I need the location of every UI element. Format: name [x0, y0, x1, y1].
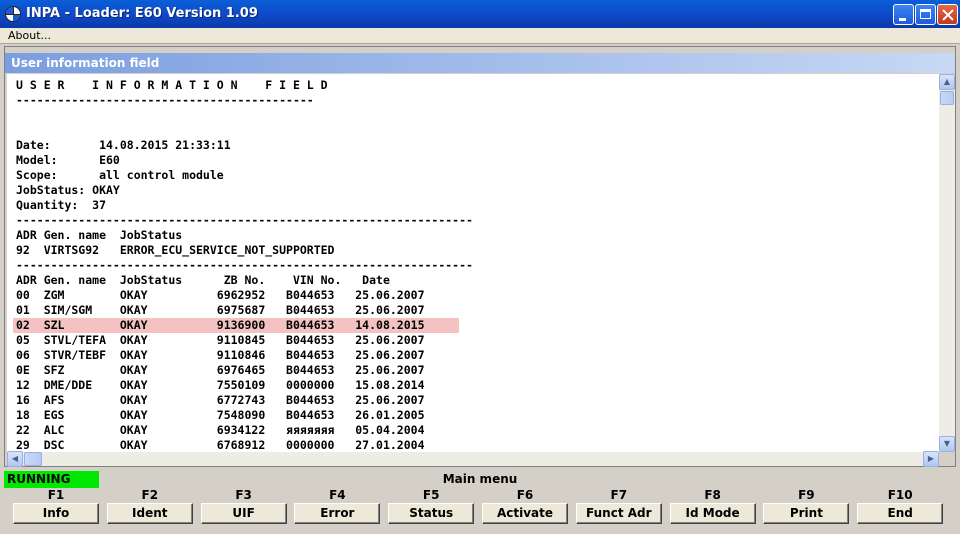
text-line: ----------------------------------------…	[16, 93, 314, 107]
function-key-label-f6: F6	[516, 488, 534, 502]
ident-button[interactable]: Ident	[106, 503, 193, 524]
panel-title: User information field	[11, 56, 160, 70]
function-key-label-f10: F10	[887, 488, 913, 502]
selected-text-line: 02 SZL OKAY 9136900 B044653 14.08.2015	[13, 318, 459, 333]
text-line: Model: E60	[16, 153, 120, 167]
text-line: 06 STVR/TEBF OKAY 9110846 B044653 25.06.…	[16, 348, 425, 362]
text-line: 05 STVL/TEFA OKAY 9110845 B044653 25.06.…	[16, 333, 425, 347]
text-line: ----------------------------------------…	[16, 258, 473, 272]
activate-button[interactable]: Activate	[482, 503, 568, 524]
minimize-button[interactable]	[893, 4, 914, 25]
close-button[interactable]	[937, 4, 958, 25]
function-key-label-f5: F5	[422, 488, 440, 502]
function-key-label-f8: F8	[704, 488, 721, 502]
function-key-label-f4: F4	[329, 488, 346, 502]
info-button[interactable]: Info	[13, 503, 99, 524]
text-line: 00 ZGM OKAY 6962952 B044653 25.06.2007	[16, 288, 425, 302]
text-line: ADR Gen. name JobStatus	[16, 228, 183, 242]
text-line: JobStatus: OKAY	[16, 183, 120, 197]
print-button[interactable]: Print	[763, 503, 850, 524]
text-line: 92 VIRTSG92 ERROR_ECU_SERVICE_NOT_SUPPOR…	[16, 243, 335, 257]
text-line: 18 EGS OKAY 7548090 B044653 26.01.2005	[16, 408, 425, 422]
function-key-label-f1: F1	[47, 488, 65, 502]
text-line: Scope: all control module	[16, 168, 224, 182]
uif-button[interactable]: UIF	[200, 503, 287, 524]
function-key-label-f7: F7	[610, 488, 628, 502]
funct-adr-button[interactable]: Funct Adr	[575, 503, 662, 524]
horizontal-scrollbar[interactable]: ◀ ▶	[7, 451, 939, 467]
running-status-indicator: RUNNING	[4, 471, 99, 488]
scroll-left-icon[interactable]: ◀	[7, 451, 23, 467]
menu-bar: About...	[0, 28, 960, 44]
window-title: INPA - Loader: E60 Version 1.09	[26, 6, 258, 21]
function-key-label-f2: F2	[141, 488, 159, 502]
scroll-down-icon[interactable]: ▼	[939, 436, 955, 452]
text-line: 12 DME/DDE OKAY 7550109 0000000 15.08.20…	[16, 378, 425, 392]
text-line: 16 AFS OKAY 6772743 B044653 25.06.2007	[16, 393, 425, 407]
panel-title-bar: User information field	[5, 53, 955, 73]
error-button[interactable]: Error	[294, 503, 381, 524]
text-line: 01 SIM/SGM OKAY 6975687 B044653 25.06.20…	[16, 303, 425, 317]
menu-item-about[interactable]: About...	[8, 29, 51, 42]
vertical-scroll-thumb[interactable]	[940, 91, 954, 105]
scroll-up-icon[interactable]: ▲	[939, 74, 955, 90]
text-line: 29 DSC OKAY 6768912 0000000 27.01.2004	[16, 438, 425, 452]
title-bar: INPA - Loader: E60 Version 1.09	[0, 0, 960, 28]
text-line: ----------------------------------------…	[16, 213, 473, 227]
user-information-panel: User information field U S E R I N F O R…	[4, 46, 956, 467]
status-button[interactable]: Status	[388, 503, 475, 524]
text-line: 22 ALC OKAY 6934122 яяяяяяя 05.04.2004	[16, 423, 425, 437]
text-line: Quantity: 37	[16, 198, 107, 212]
text-line: 0E SFZ OKAY 6976465 B044653 25.06.2007	[16, 363, 425, 377]
maximize-button[interactable]	[915, 4, 936, 25]
id-mode-button[interactable]: Id Mode	[669, 503, 756, 524]
end-button[interactable]: End	[857, 503, 944, 524]
vertical-scrollbar[interactable]: ▲ ▼	[939, 74, 955, 452]
text-line: Date: 14.08.2015 21:33:11	[16, 138, 231, 152]
function-key-label-f9: F9	[798, 488, 815, 502]
current-menu-label: Main menu	[442, 472, 518, 486]
scroll-right-icon[interactable]: ▶	[923, 451, 939, 467]
info-text-area[interactable]: U S E R I N F O R M A T I O N F I E L D-…	[7, 74, 939, 452]
text-line: ADR Gen. name JobStatus ZB No. VIN No. D…	[16, 273, 390, 287]
function-key-label-f3: F3	[235, 488, 252, 502]
text-line: U S E R I N F O R M A T I O N F I E L D	[16, 78, 328, 92]
bmw-logo-icon	[5, 6, 21, 22]
horizontal-scroll-thumb[interactable]	[24, 452, 42, 466]
